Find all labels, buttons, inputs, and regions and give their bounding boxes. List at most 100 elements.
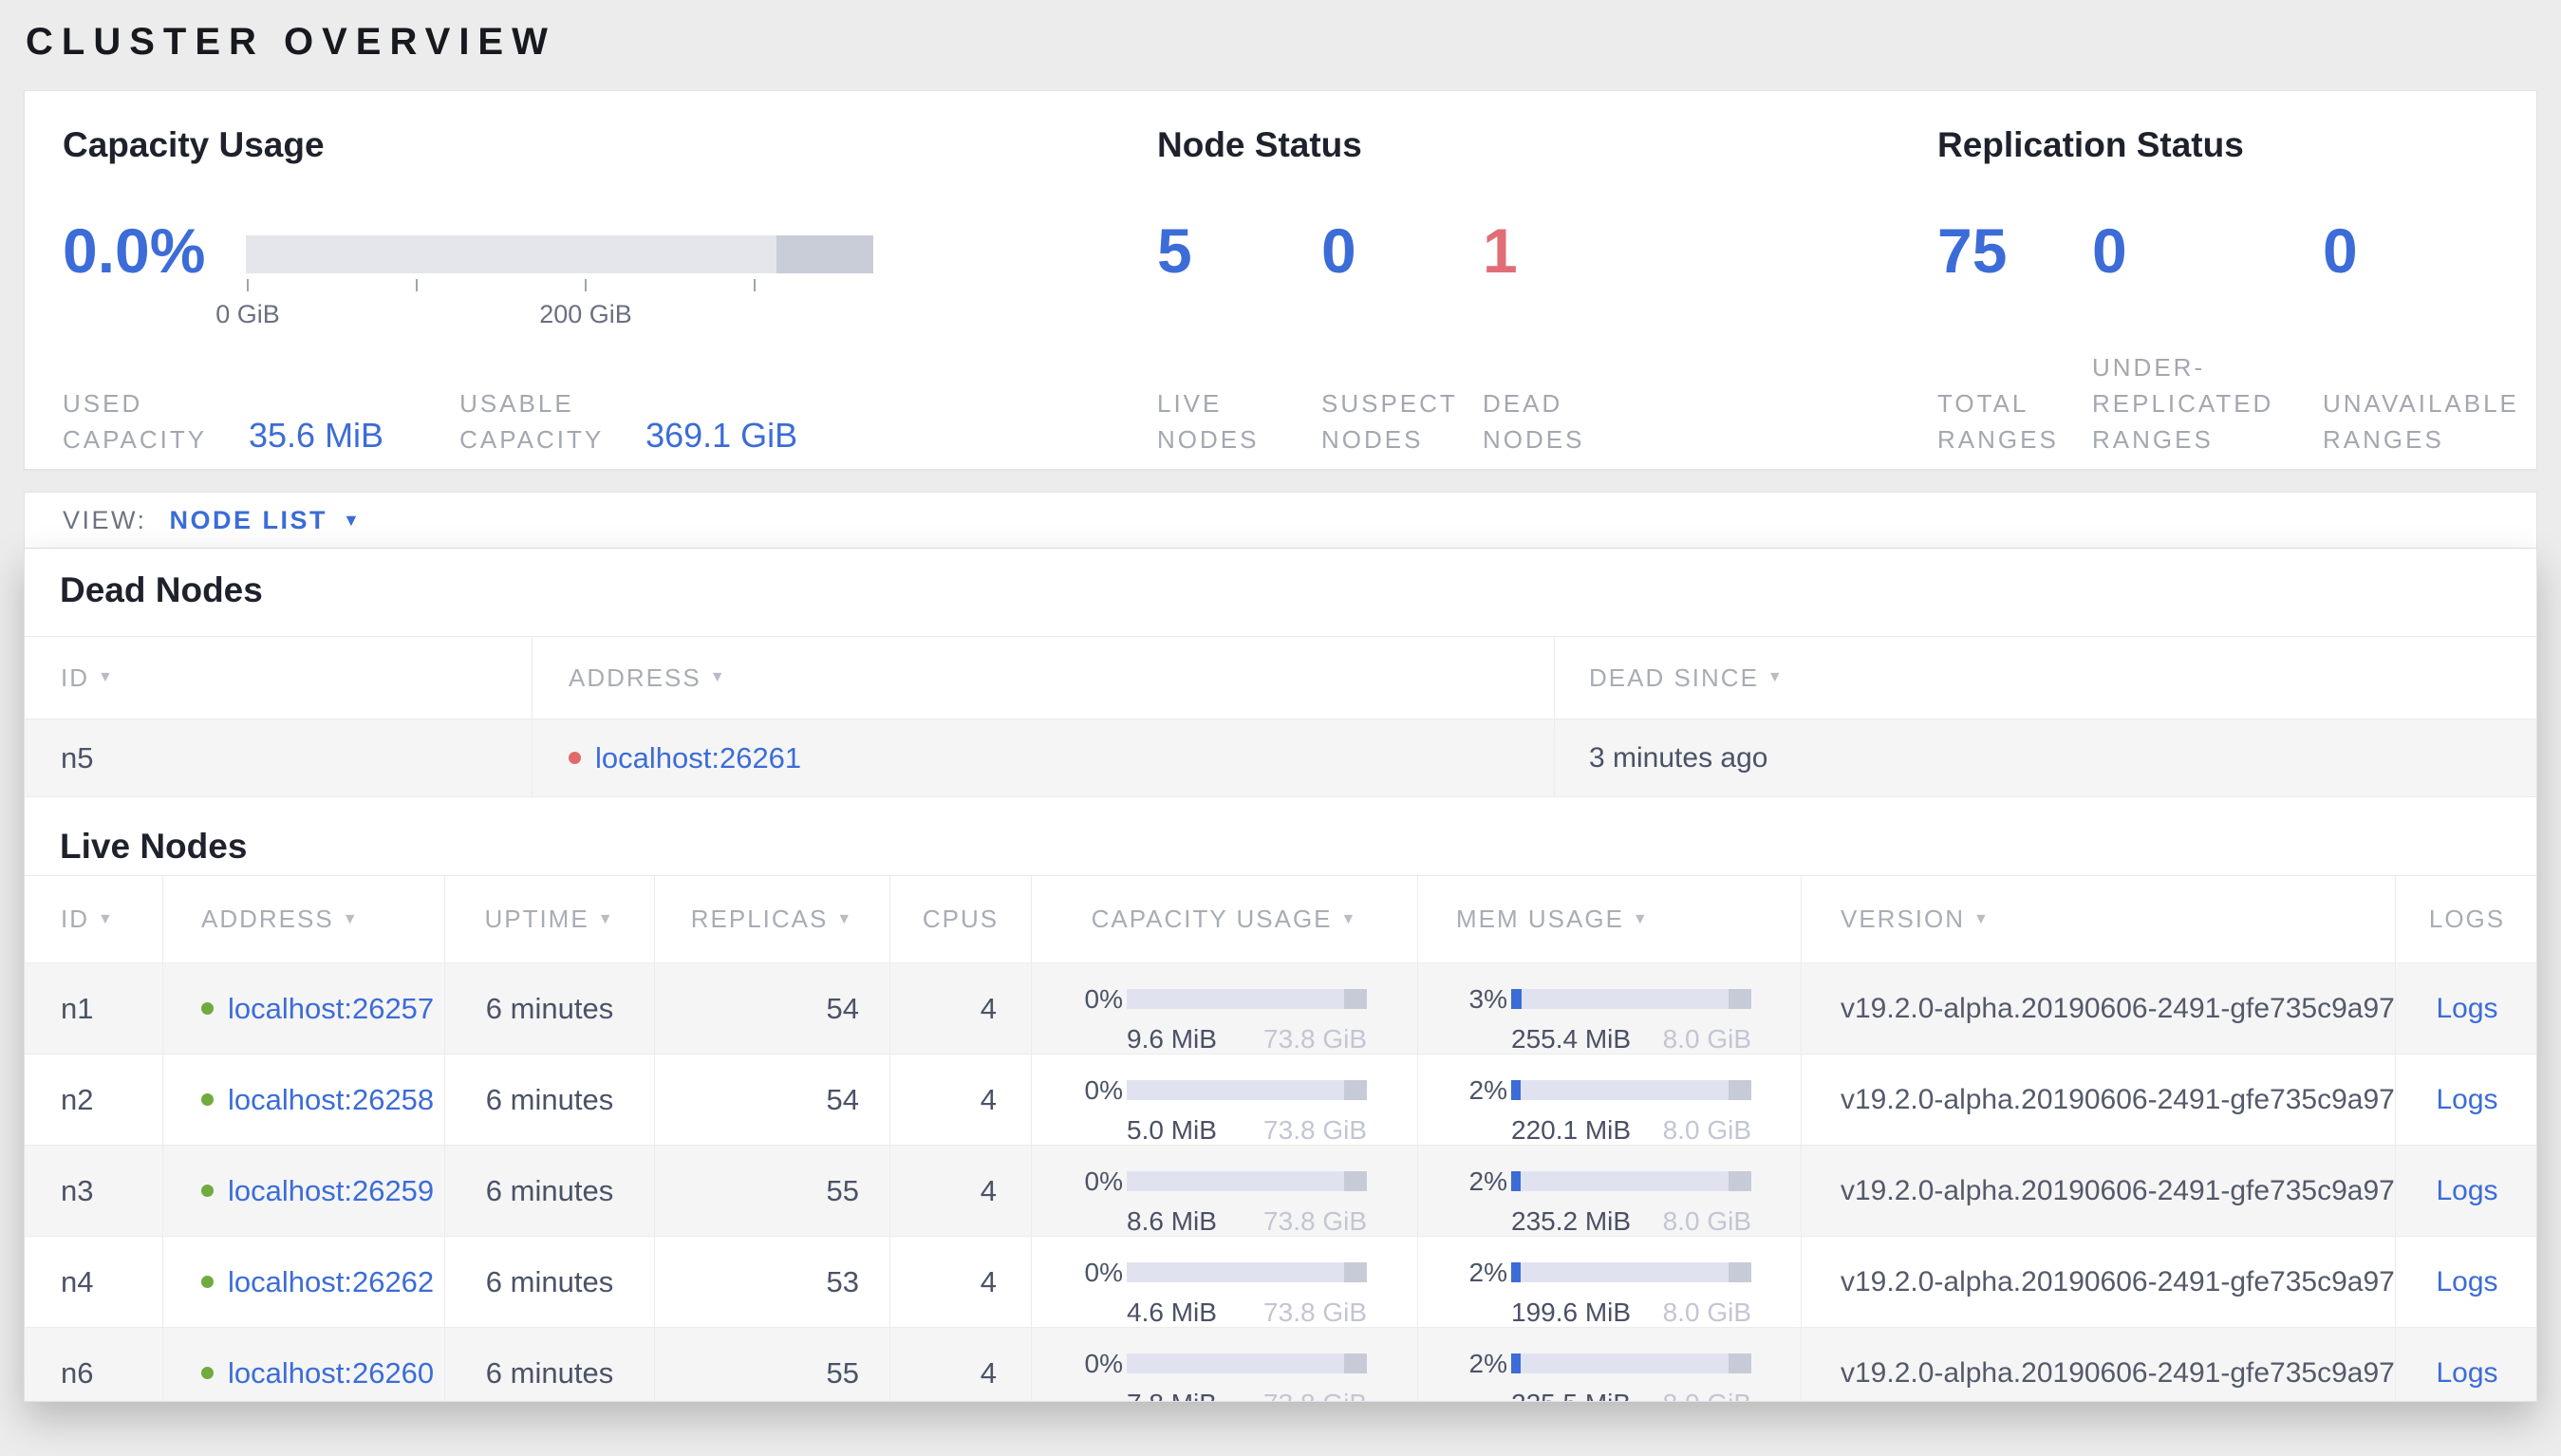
live-node-mem-usage: 2% 235.2 MiB 8.0 GiB (1418, 1146, 1802, 1236)
capacity-bar-secondary-segment (776, 235, 873, 273)
mem-usage-bar (1511, 1171, 1751, 1191)
live-node-uptime: 6 minutes (445, 963, 655, 1054)
sort-desc-icon: ▼ (836, 910, 854, 927)
live-node-replicas: 53 (655, 1237, 890, 1327)
dead-status-dot-icon (569, 752, 581, 764)
dead-node-address-cell: localhost:26261 (533, 719, 1555, 796)
replication-status-section: Replication Status 75 TOTAL RANGES 0 UND… (1937, 91, 2526, 469)
live-node-address-link[interactable]: localhost:26260 (228, 1356, 434, 1391)
live-status-dot-icon (201, 1276, 214, 1288)
column-header-cpus[interactable]: CPUS (890, 876, 1032, 962)
live-node-logs-cell: Logs (2396, 1328, 2536, 1401)
sort-desc-icon: ▼ (1340, 910, 1358, 927)
live-node-id: n6 (25, 1328, 163, 1401)
capacity-bar: 0 GiB 200 GiB (215, 235, 873, 328)
live-node-cpus: 4 (890, 963, 1032, 1054)
dead-node-address-link[interactable]: localhost:26261 (595, 741, 801, 775)
column-header-dead-since[interactable]: DEAD SINCE ▼ (1555, 637, 2536, 719)
live-node-version: v19.2.0-alpha.20190606-2491-gfe735c9a97 (1802, 1146, 2396, 1236)
live-status-dot-icon (201, 1185, 214, 1197)
usable-capacity-stat: USABLE CAPACITY 369.1 GiB (459, 349, 797, 457)
sort-desc-icon: ▼ (98, 910, 115, 927)
logs-link[interactable]: Logs (2436, 1175, 2497, 1207)
live-node-capacity-usage: 0% 8.6 MiB 73.8 GiB (1032, 1146, 1418, 1236)
live-node-uptime: 6 minutes (445, 1055, 655, 1145)
chevron-down-icon[interactable]: ▼ (343, 511, 360, 531)
live-node-version: v19.2.0-alpha.20190606-2491-gfe735c9a97 (1802, 1328, 2396, 1401)
live-node-replicas: 54 (655, 963, 890, 1054)
live-node-capacity-usage: 0% 7.8 MiB 73.8 GiB (1032, 1328, 1418, 1401)
live-node-address-cell: localhost:26259 (163, 1146, 445, 1236)
unavailable-ranges-stat: 0 UNAVAILABLE RANGES (2323, 213, 2519, 457)
axis-tick: 0 GiB (215, 279, 280, 328)
live-node-address-link[interactable]: localhost:26262 (228, 1265, 434, 1299)
live-node-uptime: 6 minutes (445, 1328, 655, 1401)
column-header-id[interactable]: ID ▼ (25, 637, 533, 719)
logs-link[interactable]: Logs (2436, 993, 2497, 1025)
live-status-dot-icon (201, 1367, 214, 1379)
live-node-address-link[interactable]: localhost:26259 (228, 1174, 434, 1208)
live-node-uptime: 6 minutes (445, 1237, 655, 1327)
live-node-id: n4 (25, 1237, 163, 1327)
column-header-mem-usage[interactable]: MEM USAGE ▼ (1418, 876, 1802, 962)
capacity-axis: 0 GiB 200 GiB (215, 279, 873, 336)
live-nodes-count: 5 (1157, 215, 1192, 286)
sort-desc-icon: ▼ (98, 669, 115, 685)
under-replicated-ranges-stat: 0 UNDER- REPLICATED RANGES (2092, 213, 2323, 457)
logs-link[interactable]: Logs (2436, 1357, 2497, 1390)
live-node-cpus: 4 (890, 1328, 1032, 1401)
live-node-capacity-usage: 0% 5.0 MiB 73.8 GiB (1032, 1055, 1418, 1145)
live-status-dot-icon (201, 1002, 214, 1015)
usable-capacity-label: USABLE CAPACITY (459, 389, 605, 454)
column-header-address[interactable]: ADDRESS ▼ (163, 876, 445, 962)
live-node-address-link[interactable]: localhost:26257 (228, 992, 434, 1026)
dead-node-row: n5 localhost:26261 3 minutes ago (25, 719, 2536, 797)
nodes-panel: Dead Nodes ID ▼ ADDRESS ▼ DEAD SINCE ▼ n5 l… (24, 549, 2537, 1402)
sort-desc-icon: ▼ (342, 910, 360, 927)
total-ranges-count: 75 (1937, 215, 2008, 286)
node-status-section: Node Status 5 LIVE NODES 0 SUSPECT NODES (1157, 91, 1897, 469)
capacity-usage-bar (1127, 1353, 1367, 1373)
logs-link[interactable]: Logs (2436, 1266, 2497, 1298)
logs-link[interactable]: Logs (2436, 1084, 2497, 1116)
live-node-replicas: 55 (655, 1328, 890, 1401)
mem-usage-bar (1511, 1353, 1751, 1373)
column-header-uptime[interactable]: UPTIME ▼ (445, 876, 655, 962)
page-title: CLUSTER OVERVIEW (26, 21, 556, 63)
cluster-overview-page: CLUSTER OVERVIEW Capacity Usage 0.0% 0 G… (0, 19, 2561, 1402)
live-node-row: n2 localhost:26258 6 minutes 54 4 0% 5.0… (25, 1055, 2536, 1146)
capacity-usage-bar (1127, 1080, 1367, 1100)
node-status-heading: Node Status (1157, 125, 1362, 164)
live-node-uptime: 6 minutes (445, 1146, 655, 1236)
dead-nodes-stat: 1 DEAD NODES (1483, 213, 1584, 457)
live-node-address-link[interactable]: localhost:26258 (228, 1083, 434, 1117)
live-node-address-cell: localhost:26260 (163, 1328, 445, 1401)
sort-desc-icon: ▼ (709, 669, 727, 685)
live-node-logs-cell: Logs (2396, 1237, 2536, 1327)
unavailable-ranges-count: 0 (2323, 215, 2358, 286)
capacity-usage-bar (1127, 989, 1367, 1009)
capacity-usage-heading: Capacity Usage (63, 125, 325, 164)
live-node-row: n1 localhost:26257 6 minutes 54 4 0% 9.6… (25, 963, 2536, 1055)
dead-nodes-label: DEAD NODES (1483, 389, 1585, 454)
live-node-logs-cell: Logs (2396, 963, 2536, 1054)
live-node-row: n3 localhost:26259 6 minutes 55 4 0% 8.6… (25, 1146, 2536, 1237)
column-header-id[interactable]: ID ▼ (25, 876, 163, 962)
column-header-logs[interactable]: LOGS (2396, 876, 2536, 962)
replication-status-heading: Replication Status (1937, 125, 2244, 164)
total-ranges-stat: 75 TOTAL RANGES (1937, 213, 2092, 457)
live-node-capacity-usage: 0% 4.6 MiB 73.8 GiB (1032, 1237, 1418, 1327)
column-header-address[interactable]: ADDRESS ▼ (533, 637, 1555, 719)
view-selector-bar: VIEW: NODE LIST ▼ (24, 492, 2537, 549)
capacity-usage-section: Capacity Usage 0.0% 0 GiB 200 GiB USED C… (63, 91, 1012, 469)
live-node-cpus: 4 (890, 1055, 1032, 1145)
live-node-id: n1 (25, 963, 163, 1054)
unavailable-ranges-label: UNAVAILABLE RANGES (2323, 389, 2519, 454)
column-header-capacity-usage[interactable]: CAPACITY USAGE ▼ (1032, 876, 1418, 962)
used-capacity-stat: USED CAPACITY 35.6 MiB (63, 349, 383, 457)
view-dropdown[interactable]: NODE LIST (170, 506, 328, 535)
column-header-replicas[interactable]: REPLICAS ▼ (655, 876, 890, 962)
column-header-version[interactable]: VERSION ▼ (1802, 876, 2396, 962)
live-node-logs-cell: Logs (2396, 1055, 2536, 1145)
suspect-nodes-label: SUSPECT NODES (1321, 389, 1458, 454)
